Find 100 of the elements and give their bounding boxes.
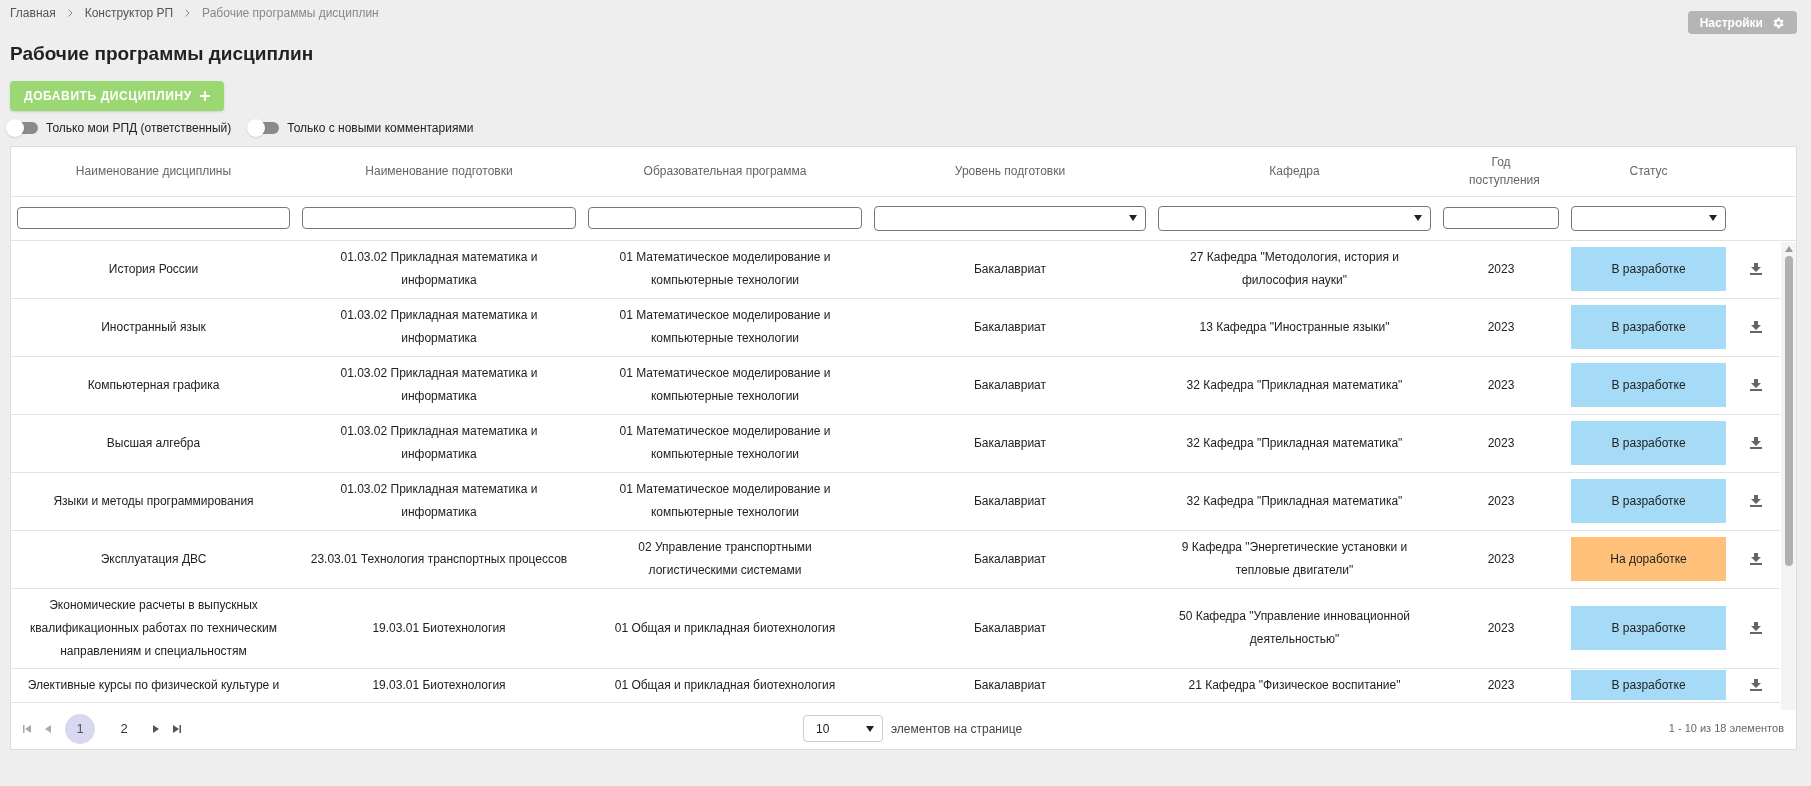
filter-input[interactable]	[588, 207, 862, 229]
download-icon[interactable]	[1750, 622, 1762, 634]
table-cell-text: Бакалавриат	[972, 492, 1048, 510]
table-cell-text: 2023	[1486, 550, 1516, 568]
status-badge: В разработке	[1571, 421, 1726, 465]
column-header: Год поступления	[1468, 154, 1541, 189]
toggle-label: Только с новыми комментариями	[287, 119, 474, 137]
first-page-icon[interactable]	[23, 724, 31, 733]
table-cell-text: 50 Кафедра "Управление инновационной деятельностью"	[1177, 608, 1411, 648]
download-icon[interactable]	[1750, 437, 1762, 449]
scrollbar[interactable]	[1781, 241, 1796, 710]
next-page-icon[interactable]	[153, 724, 159, 733]
chevron-icon	[185, 9, 191, 17]
page-title: Рабочие программы дисциплин	[10, 42, 315, 66]
toggle-label: Только мои РПД (ответственный)	[46, 119, 232, 137]
filter-input[interactable]	[1443, 207, 1559, 229]
pagination-summary: 1 - 10 из 18 элементов	[1668, 721, 1784, 737]
filter-dropdown[interactable]	[1571, 205, 1726, 231]
download-icon[interactable]	[1750, 679, 1762, 691]
table-cell-text: 01 Общая и прикладная биотехнология	[613, 676, 837, 694]
table-cell-text: 2023	[1486, 434, 1516, 452]
table-cell-text: Элективные курсы по физической культуре и	[26, 676, 281, 694]
status-badge: В разработке	[1571, 305, 1726, 349]
breadcrumb-link[interactable]: Главная	[10, 4, 56, 22]
chevron-icon	[67, 9, 73, 17]
table-cell-text: Бакалавриат	[972, 318, 1048, 336]
column-header: Статус	[1628, 163, 1669, 180]
table-cell-text: 01.03.02 Прикладная математика и информатика	[339, 249, 539, 289]
table-cell-text: 23.03.01 Технология транспортных процессов	[309, 550, 569, 568]
download-icon[interactable]	[1750, 495, 1762, 507]
column-header: Образовательная программа	[642, 163, 808, 180]
filter-input[interactable]	[17, 207, 290, 229]
column-header: Наименование подготовки	[364, 163, 514, 180]
page-size-dropdown[interactable]: 10	[803, 715, 883, 742]
table-cell-text: 13 Кафедра "Иностранные языки"	[1198, 318, 1391, 336]
breadcrumb-link[interactable]: Конструктор РП	[84, 4, 174, 22]
table-cell-text: 19.03.01 Биотехнология	[371, 619, 507, 637]
table-cell-text: 2023	[1486, 619, 1516, 637]
table-cell-text: 19.03.01 Биотехнология	[371, 676, 507, 694]
caret-icon	[1709, 215, 1717, 221]
table-cell-text: 32 Кафедра "Прикладная математика"	[1185, 434, 1404, 452]
table-cell-text: 21 Кафедра "Физическое воспитание"	[1187, 676, 1402, 694]
status-badge: В разработке	[1571, 606, 1726, 650]
column-header: Уровень подготовки	[953, 163, 1067, 180]
table-cell-text: Бакалавриат	[972, 550, 1048, 568]
table-cell-text: Бакалавриат	[972, 434, 1048, 452]
table-cell-text: 32 Кафедра "Прикладная математика"	[1185, 376, 1404, 394]
download-icon[interactable]	[1750, 263, 1762, 275]
status-badge: В разработке	[1571, 479, 1726, 523]
table-cell-text: 01 Математическое моделирование и компьютерные технологии	[618, 365, 832, 405]
table-cell-text: История России	[107, 260, 200, 278]
table-cell-text: 2023	[1486, 376, 1516, 394]
table-cell-text: 01.03.02 Прикладная математика и информатика	[339, 365, 539, 405]
table-cell-text: Бакалавриат	[972, 376, 1048, 394]
table-cell-text: Эксплуатация ДВС	[99, 550, 208, 568]
plus-icon	[199, 90, 210, 101]
settings-icon	[1771, 15, 1785, 30]
page-button[interactable]: 2	[109, 713, 139, 744]
table-cell-text: 01 Общая и прикладная биотехнология	[613, 619, 837, 637]
table-cell-text: Компьютерная графика	[86, 376, 221, 394]
download-icon[interactable]	[1750, 379, 1762, 391]
previous-page-icon[interactable]	[45, 724, 51, 733]
table-cell-text: 01.03.02 Прикладная математика и информатика	[339, 307, 539, 347]
download-icon[interactable]	[1750, 321, 1762, 333]
page-size-label: элементов на странице	[891, 720, 1023, 738]
last-page-icon[interactable]	[173, 724, 181, 733]
filter-input[interactable]	[302, 207, 576, 229]
table-cell-text: 01.03.02 Прикладная математика и информатика	[339, 423, 539, 463]
caret-icon	[1414, 215, 1422, 221]
table-cell-text: 2023	[1486, 492, 1516, 510]
table-cell-text: 01 Математическое моделирование и компьютерные технологии	[618, 307, 832, 347]
status-badge: На доработке	[1571, 537, 1726, 581]
filter-dropdown[interactable]	[1158, 205, 1431, 231]
table-cell-text: Экономические расчеты в выпускных квалификационных работах по техническим направлениям и специальностям	[29, 596, 278, 660]
table-cell-text: 01 Математическое моделирование и компьютерные технологии	[618, 249, 832, 289]
table-cell-text: 2023	[1486, 318, 1516, 336]
table-cell-text: 01 Математическое моделирование и компьютерные технологии	[618, 481, 832, 521]
filter-dropdown[interactable]	[874, 205, 1146, 231]
table-cell-text: 27 Кафедра "Методология, история и философия науки"	[1189, 249, 1400, 289]
download-icon[interactable]	[1750, 553, 1762, 565]
table-cell-text: 2023	[1486, 676, 1516, 694]
table-cell-text: 2023	[1486, 260, 1516, 278]
scroll-up-icon[interactable]	[1784, 245, 1793, 252]
page-button[interactable]: 1	[65, 713, 95, 744]
table-cell-text: Бакалавриат	[972, 676, 1048, 694]
table-cell-text: 01.03.02 Прикладная математика и информатика	[339, 481, 539, 521]
table-cell-text: Высшая алгебра	[105, 434, 202, 452]
status-badge: В разработке	[1571, 670, 1726, 700]
status-badge: В разработке	[1571, 247, 1726, 291]
table-cell-text: Языки и методы программирования	[52, 492, 255, 510]
column-header: Наименование дисциплины	[74, 163, 233, 180]
status-badge: В разработке	[1571, 363, 1726, 407]
table-cell-text: 32 Кафедра "Прикладная математика"	[1185, 492, 1404, 510]
table-cell-text: Иностранный язык	[100, 318, 207, 336]
table-cell-text: 9 Кафедра "Энергетические установки и тепловые двигатели"	[1180, 539, 1409, 579]
caret-icon	[866, 725, 874, 732]
column-header: Кафедра	[1268, 163, 1321, 180]
caret-icon	[1129, 215, 1137, 221]
table-cell-text: 02 Управление транспортными логистическими системами	[637, 539, 813, 579]
table-cell-text: 01 Математическое моделирование и компьютерные технологии	[618, 423, 832, 463]
